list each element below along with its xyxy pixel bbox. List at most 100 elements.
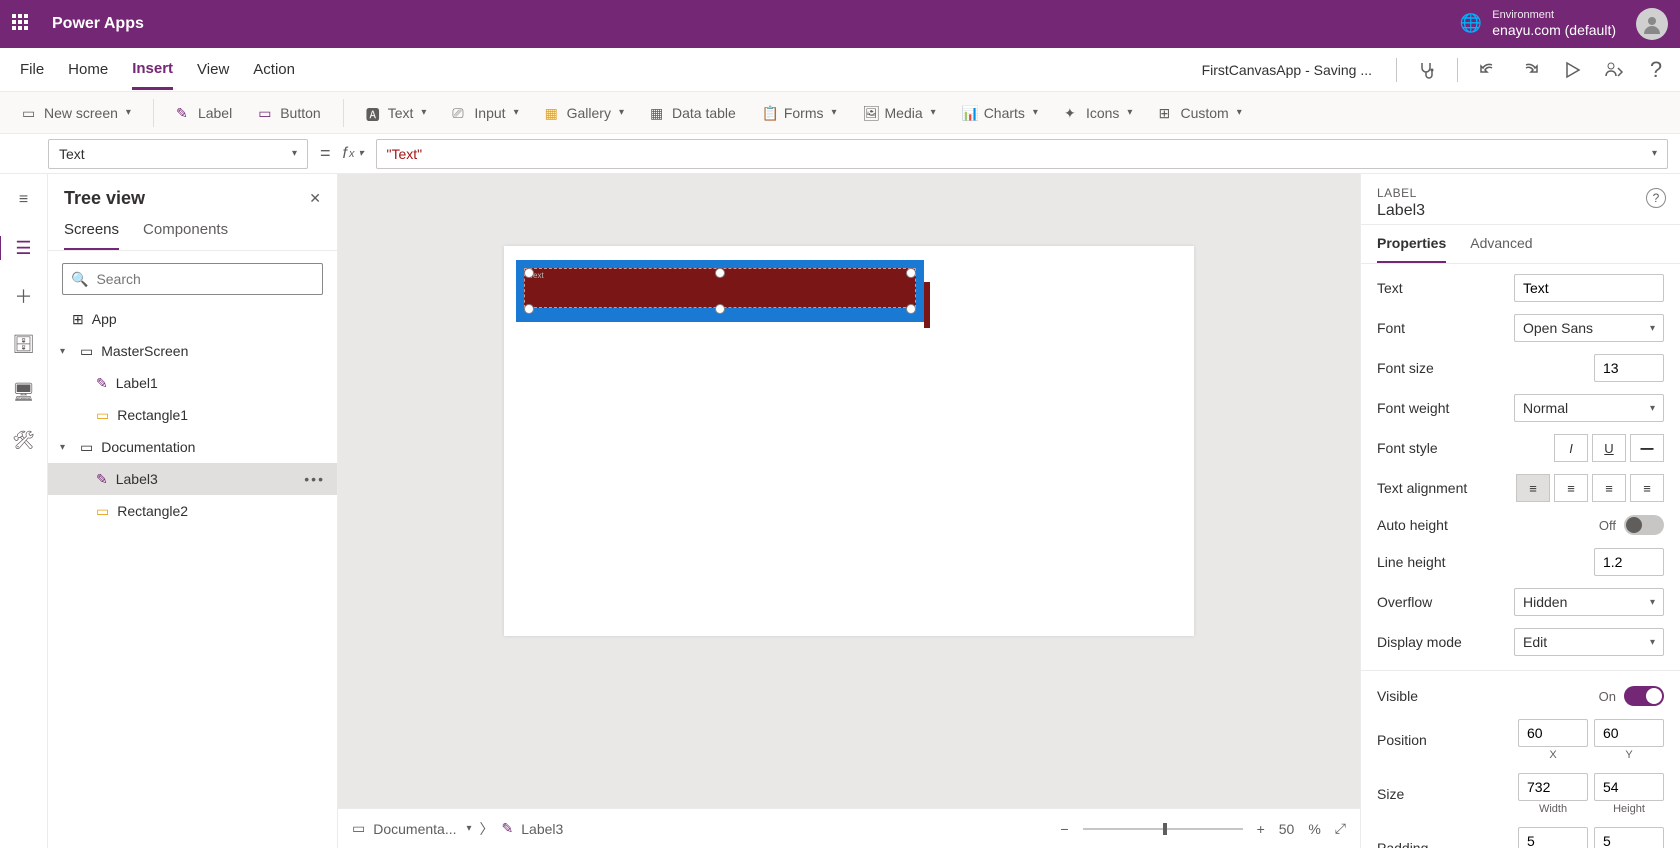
properties-pane: LABEL Label3 ? Properties Advanced Text … [1360, 174, 1680, 848]
font-style-underline-button[interactable]: U [1592, 434, 1626, 462]
align-justify-button[interactable]: ≡ [1630, 474, 1664, 502]
insert-gallery-menu[interactable]: ▦Gallery▾ [535, 100, 634, 126]
breadcrumb-control[interactable]: Label3 [521, 821, 563, 837]
align-center-button[interactable]: ≡ [1554, 474, 1588, 502]
control-name: Label3 [1377, 202, 1664, 220]
share-button[interactable] [1602, 58, 1626, 82]
rail-advanced-tools[interactable]: 🛠 [12, 428, 36, 452]
property-select[interactable]: Text ▾ [48, 139, 308, 169]
rail-hamburger[interactable]: ≡ [12, 188, 36, 212]
chevron-down-icon[interactable]: ▾ [467, 823, 472, 834]
align-right-button[interactable]: ≡ [1592, 474, 1626, 502]
properties-help-button[interactable]: ? [1646, 188, 1666, 208]
resize-handle-ne[interactable] [906, 268, 916, 278]
prop-size-width-input[interactable] [1518, 773, 1588, 801]
tree-search[interactable]: 🔍 [62, 263, 323, 295]
zoom-slider[interactable] [1083, 828, 1243, 830]
tab-advanced[interactable]: Advanced [1470, 225, 1532, 263]
auto-height-toggle[interactable] [1624, 515, 1664, 535]
tab-properties[interactable]: Properties [1377, 225, 1446, 263]
breadcrumb-screen[interactable]: Documenta... [373, 821, 456, 837]
label-icon: ✎ [96, 471, 108, 488]
font-style-strike-button[interactable]: — [1630, 434, 1664, 462]
new-screen-button[interactable]: ▭New screen▾ [12, 100, 141, 126]
tree-node-rectangle2[interactable]: ▭Rectangle2 [48, 495, 337, 527]
rail-tree-view[interactable]: ☰ [12, 236, 36, 260]
menu-insert[interactable]: Insert [132, 50, 173, 90]
prop-font-size-input[interactable] [1594, 354, 1664, 382]
prop-position-x-input[interactable] [1518, 719, 1588, 747]
rail-media[interactable]: 🖥 [12, 380, 36, 404]
rail-insert[interactable]: ＋ [12, 284, 36, 308]
close-tree-button[interactable]: ✕ [309, 190, 321, 207]
tree-node-label3[interactable]: ✎Label3••• [48, 463, 337, 495]
resize-handle-se[interactable] [906, 304, 916, 314]
tree-node-app[interactable]: ⊞App [48, 303, 337, 335]
tab-components[interactable]: Components [143, 221, 228, 250]
menu-action[interactable]: Action [253, 51, 295, 88]
waffle-icon[interactable] [12, 14, 32, 34]
user-avatar[interactable] [1636, 8, 1668, 40]
align-left-button[interactable]: ≡ [1516, 474, 1550, 502]
prop-padding-bottom-input[interactable] [1594, 827, 1664, 848]
environment-picker[interactable]: 🌐 Environment enayu.com (default) [1460, 9, 1616, 39]
menu-home[interactable]: Home [68, 51, 108, 88]
menu-view[interactable]: View [197, 51, 229, 88]
chevron-down-icon: ▾ [1650, 403, 1655, 414]
equals-sign: = [320, 143, 331, 164]
tree-search-input[interactable] [96, 271, 314, 287]
prop-display-mode-select[interactable]: Edit▾ [1514, 628, 1664, 656]
insert-media-menu[interactable]: 🖼Media▾ [853, 100, 946, 126]
prop-size-height-input[interactable] [1594, 773, 1664, 801]
fit-to-window-button[interactable]: ⤢ [1335, 820, 1346, 837]
insert-label-button[interactable]: ✎Label [166, 100, 242, 126]
tree-node-label1[interactable]: ✎Label1 [48, 367, 337, 399]
zoom-out-button[interactable]: − [1060, 821, 1068, 837]
selected-control-outline[interactable]: Text [516, 260, 924, 322]
tree-node-rectangle1[interactable]: ▭Rectangle1 [48, 399, 337, 431]
visible-toggle[interactable] [1624, 686, 1664, 706]
help-button[interactable]: ? [1644, 58, 1668, 82]
undo-button[interactable] [1476, 58, 1500, 82]
zoom-slider-thumb[interactable] [1163, 823, 1167, 835]
prop-text-input[interactable] [1514, 274, 1664, 302]
prop-font-select[interactable]: Open Sans▾ [1514, 314, 1664, 342]
rail-data[interactable]: 🗄 [12, 332, 36, 356]
app-header: Power Apps 🌐 Environment enayu.com (defa… [0, 0, 1680, 48]
formula-input[interactable]: "Text" ▾ [376, 139, 1669, 169]
redo-button[interactable] [1518, 58, 1542, 82]
tree-node-documentation[interactable]: ▾▭Documentation [48, 431, 337, 463]
prop-padding-top-input[interactable] [1518, 827, 1588, 848]
fx-label[interactable]: fx▾ [343, 145, 364, 163]
insert-forms-menu[interactable]: 📋Forms▾ [752, 100, 847, 126]
tab-screens[interactable]: Screens [64, 221, 119, 250]
prop-line-height-input[interactable] [1594, 548, 1664, 576]
insert-input-menu[interactable]: ⎚Input▾ [442, 100, 528, 126]
resize-handle-n[interactable] [715, 268, 725, 278]
resize-handle-sw[interactable] [524, 304, 534, 314]
app-checker-button[interactable] [1415, 58, 1439, 82]
prop-overflow-select[interactable]: Hidden▾ [1514, 588, 1664, 616]
more-options-button[interactable]: ••• [304, 471, 325, 487]
zoom-in-button[interactable]: + [1257, 821, 1265, 837]
divider [153, 99, 154, 127]
insert-icons-menu[interactable]: ✦Icons▾ [1054, 100, 1143, 126]
insert-charts-menu[interactable]: 📊Charts▾ [952, 100, 1048, 126]
insert-data-table-button[interactable]: ▦Data table [640, 100, 746, 126]
insert-custom-menu[interactable]: ⊞Custom▾ [1148, 100, 1251, 126]
resize-handle-nw[interactable] [524, 268, 534, 278]
canvas-area: Text ▭ Documenta... ▾ 〉 ✎ Label [338, 174, 1360, 848]
media-icon: 🖼 [863, 105, 879, 121]
tree-node-masterscreen[interactable]: ▾▭MasterScreen [48, 335, 337, 367]
canvas-screen[interactable]: Text [504, 246, 1194, 636]
menubar: File Home Insert View Action FirstCanvas… [0, 48, 1680, 92]
app-title: Power Apps [52, 15, 144, 33]
prop-position-y-input[interactable] [1594, 719, 1664, 747]
resize-handle-s[interactable] [715, 304, 725, 314]
menu-file[interactable]: File [20, 51, 44, 88]
insert-text-menu[interactable]: 🅰Text▾ [356, 100, 437, 126]
prop-font-weight-select[interactable]: Normal▾ [1514, 394, 1664, 422]
insert-button-button[interactable]: ▭Button [248, 100, 330, 126]
play-button[interactable] [1560, 58, 1584, 82]
font-style-italic-button[interactable]: I [1554, 434, 1588, 462]
